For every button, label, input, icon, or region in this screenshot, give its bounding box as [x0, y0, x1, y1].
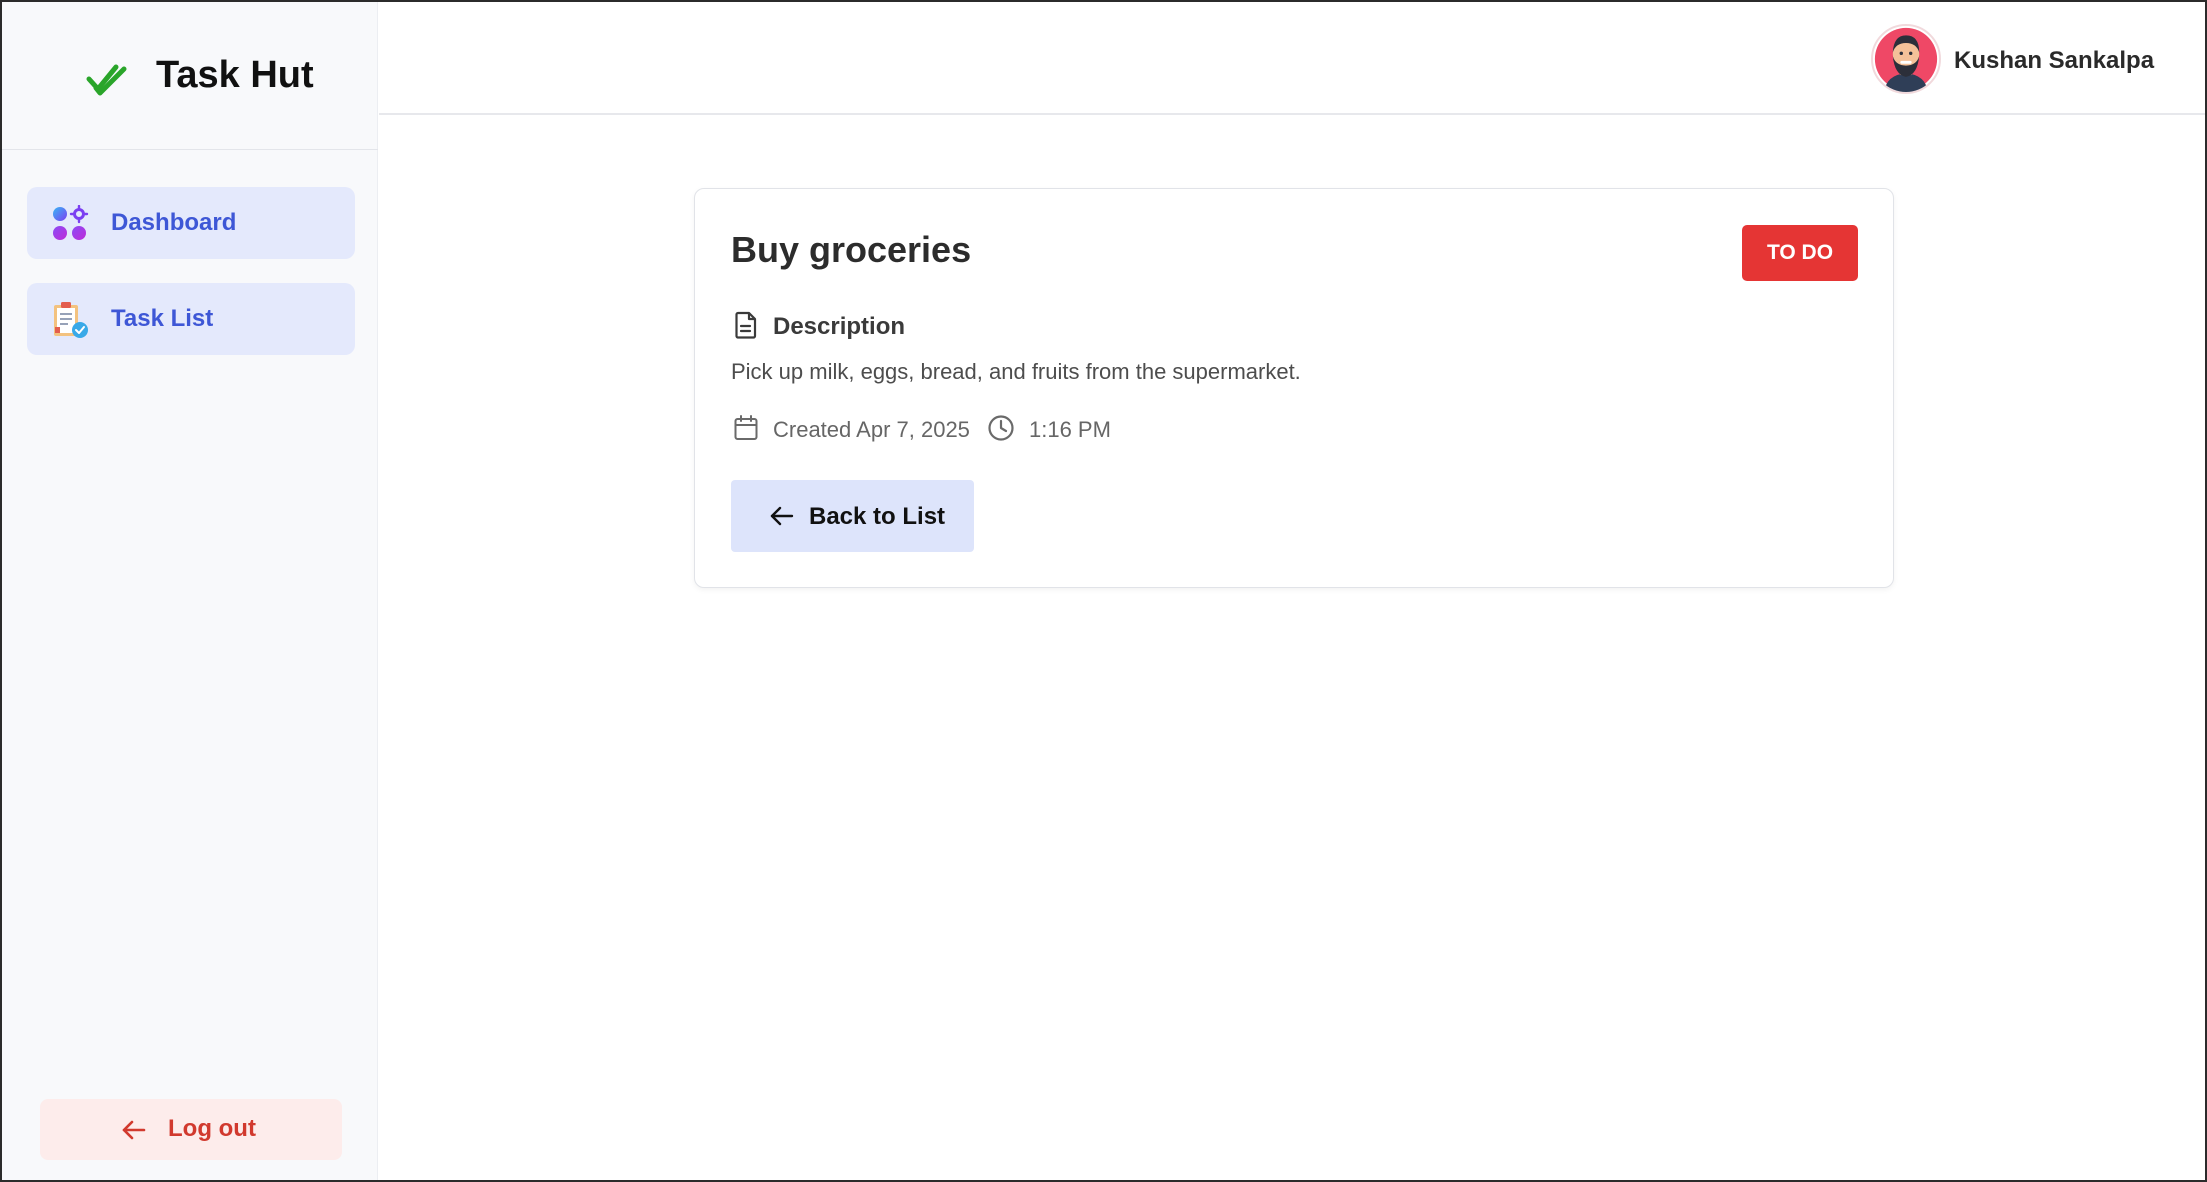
task-title: Buy groceries [731, 229, 972, 270]
top-header: Kushan Sankalpa [379, 2, 2205, 115]
app-title: Task Hut [156, 54, 314, 96]
sidebar-item-label: Dashboard [111, 209, 237, 236]
arrow-left-icon [122, 1120, 146, 1140]
calendar-icon [734, 415, 758, 440]
arrow-left-icon [770, 506, 794, 526]
task-detail-card: Buy groceries TO DO Description Pick up … [694, 188, 1894, 588]
description-heading: Description [773, 313, 906, 340]
avatar-icon [1874, 27, 1938, 92]
brand[interactable]: Task Hut [2, 2, 378, 150]
back-to-list-label: Back to List [809, 503, 946, 530]
sidebar-item-dashboard[interactable]: Dashboard [27, 187, 355, 259]
logout-label: Log out [168, 1115, 256, 1142]
user-name[interactable]: Kushan Sankalpa [1954, 47, 2154, 75]
logout-button[interactable]: Log out [40, 1099, 342, 1160]
user-avatar[interactable] [1871, 24, 1941, 94]
app-window: Task Hut Dashboard Task List Log out Kus… [0, 0, 2207, 1182]
double-check-icon [86, 64, 127, 96]
description-text: Pick up milk, eggs, bread, and fruits fr… [731, 359, 1301, 384]
created-date: Created Apr 7, 2025 [773, 417, 970, 442]
sidebar: Task Hut Dashboard Task List Log out [2, 2, 378, 1180]
created-time: 1:16 PM [1029, 417, 1111, 442]
dashboard-icon [53, 205, 89, 240]
status-badge: TO DO [1742, 225, 1858, 281]
sidebar-item-label: Task List [111, 305, 214, 332]
back-to-list-button[interactable]: Back to List [731, 480, 974, 552]
sidebar-item-task-list[interactable]: Task List [27, 283, 355, 355]
task-list-icon [54, 302, 88, 338]
document-icon [735, 311, 757, 339]
clock-icon [988, 415, 1014, 441]
